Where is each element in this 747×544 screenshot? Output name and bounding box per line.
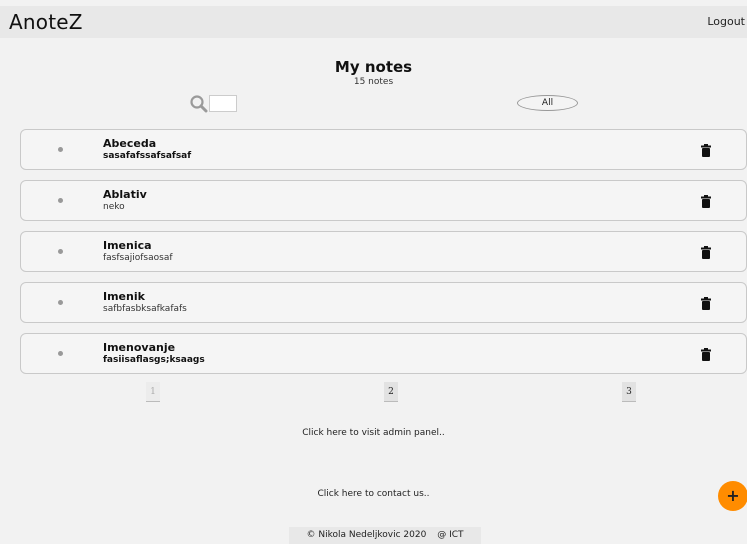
note-title: Ablativ [103,188,147,201]
page-title: My notes [334,58,413,76]
search-box [189,94,237,113]
notes-list: Abeceda sasafafssafsafsaf Ablativ neko I… [20,129,747,384]
app-logo[interactable]: AnoteZ [9,10,83,34]
note-body: neko [103,202,125,212]
filter-dropdown[interactable]: All [517,95,578,111]
note-title: Abeceda [103,137,157,150]
bullet-icon [58,300,63,305]
bullet-icon [58,351,63,356]
trash-icon[interactable] [701,348,711,361]
note-item[interactable]: Imenovanje fasiisaflasgs;ksaags [20,333,747,374]
note-title: Imenica [103,239,152,252]
note-body: fasiisaflasgs;ksaags [103,355,205,365]
trash-icon[interactable] [701,195,711,208]
contact-link[interactable]: Click here to contact us.. [0,489,747,499]
note-item[interactable]: Imenik safbfasbksafkafafs [20,282,747,323]
bullet-icon [58,198,63,203]
page-button-1[interactable]: 1 [146,382,160,402]
admin-panel-link[interactable]: Click here to visit admin panel.. [0,428,747,438]
note-item[interactable]: Ablativ neko [20,180,747,221]
note-item[interactable]: Imenica fasfsajiofsaosaf [20,231,747,272]
note-item[interactable]: Abeceda sasafafssafsafsaf [20,129,747,170]
bullet-icon [58,249,63,254]
page-button-3[interactable]: 3 [622,382,636,402]
bullet-icon [58,147,63,152]
copyright-text: © Nikola Nedeljkovic 2020 [306,530,427,540]
footer-org: @ ICT [437,530,464,540]
logout-link[interactable]: Logout [707,15,745,28]
note-body: safbfasbksafkafafs [103,304,187,314]
note-title: Imenovanje [103,341,176,354]
search-icon[interactable] [189,94,211,113]
footer: © Nikola Nedeljkovic 2020 @ ICT [289,527,481,544]
search-input[interactable] [209,95,237,112]
add-note-button[interactable]: + [718,481,747,511]
trash-icon[interactable] [701,246,711,259]
note-body: fasfsajiofsaosaf [103,253,173,263]
notes-count: 15 notes [353,77,394,87]
trash-icon[interactable] [701,297,711,310]
header: AnoteZ Logout [0,6,747,38]
note-body: sasafafssafsafsaf [103,151,192,161]
note-title: Imenik [103,290,145,303]
page-button-2[interactable]: 2 [384,382,398,402]
trash-icon[interactable] [701,144,711,157]
